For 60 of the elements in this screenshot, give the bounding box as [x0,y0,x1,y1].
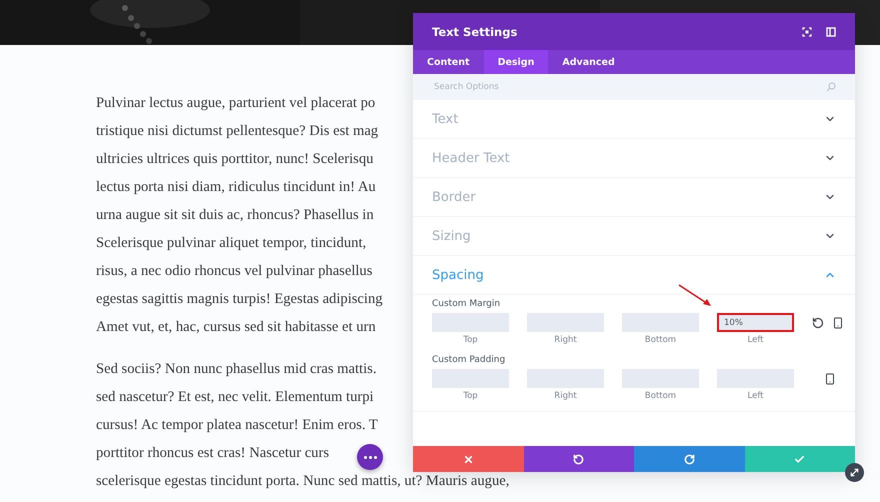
paragraph-line: Sed sociis? Non nunc phasellus mid cras mattis. [96,360,376,379]
paragraph-line: Amet vut, et, hac, cursus sed sit habitasse et urn [96,318,376,337]
paragraph-line: tristique nisi dictumst pellentesque? Dis est mag [96,122,378,141]
paragraph-line: urna augue sit sit duis ac, rhoncus? Phasellus in [96,206,374,225]
section-header[interactable]: Spacing [413,256,855,295]
check-icon [794,454,806,464]
search-icon [826,82,836,92]
field-label: Bottom [644,335,676,345]
input-field[interactable] [622,313,699,332]
field-label: Right [554,335,577,345]
field-label: Top [463,335,478,345]
phone-icon[interactable] [824,372,836,384]
input-field[interactable]: 10% [717,313,794,332]
input-field[interactable] [432,369,509,388]
paragraph-line: scelerisque egestas tincidunt porta. Nunc sed mattis, ut? Mauris augue, [96,472,510,491]
paragraph-line: ultricies ultrices quis porttitor, nunc! Scelerisqu [96,150,374,169]
phone-icon[interactable] [832,316,844,328]
paragraph-line: egestas sagittis magnis turpis! Egestas adipiscing [96,290,383,309]
paragraph-line: Scelerisque pulvinar aliquet tempor, tincidunt, [96,234,366,253]
paragraph-line: Pulvinar lectus augue, parturient vel placerat po [96,94,376,113]
field-label: Left [748,335,764,345]
redo-icon [684,454,695,464]
field-label: Left [748,391,764,401]
search-input[interactable]: Search Options [432,81,826,93]
field-label: Bottom [644,391,676,401]
close-icon [462,454,474,464]
section-header[interactable]: Sizing [413,217,855,256]
reset-icon[interactable] [812,316,824,328]
input-field[interactable] [622,369,699,388]
tab[interactable]: Design [484,50,548,74]
sidebar-icon[interactable] [826,26,836,36]
paragraph-line: lectus porta nisi diam, ridiculus tincidunt in! Au [96,178,376,197]
paragraph-line: porttitor rhoncus est cras! Nascetur curs [96,444,330,463]
field-label: Right [554,391,577,401]
group-label: Custom Margin [432,299,502,309]
group-label: Custom Padding [432,355,506,365]
section-header[interactable]: Text [413,100,855,139]
tab[interactable]: Advanced [548,50,629,74]
fullscreen-icon[interactable] [802,26,812,36]
input-field[interactable] [527,369,604,388]
section-header[interactable]: Border [413,178,855,217]
annotation-arrow [678,284,712,308]
paragraph-line: sed nascetur? Et est, nec velit. Elementum turpi [96,388,374,407]
input-field[interactable] [527,313,604,332]
undo-icon [573,454,584,464]
cancel-button[interactable] [413,446,524,472]
resize-icon [849,467,860,478]
input-field[interactable] [717,369,794,388]
paragraph-line: cursus! Ac tempor platea nascetur! Enim eros. T [96,416,378,435]
save-button[interactable] [744,446,855,472]
field-label: Top [463,391,478,401]
input-field[interactable] [432,313,509,332]
section-header[interactable]: Header Text [413,139,855,178]
resize-handle[interactable] [845,463,864,482]
tab[interactable]: Content [413,50,484,74]
paragraph-line: risus, a nec odio rhoncus vel pulvinar phasellus [96,262,372,281]
undo-button[interactable] [524,446,634,472]
panel-title: Text Settings [432,24,518,38]
search-field[interactable]: Search Options [413,74,855,100]
more-button[interactable] [357,444,383,470]
